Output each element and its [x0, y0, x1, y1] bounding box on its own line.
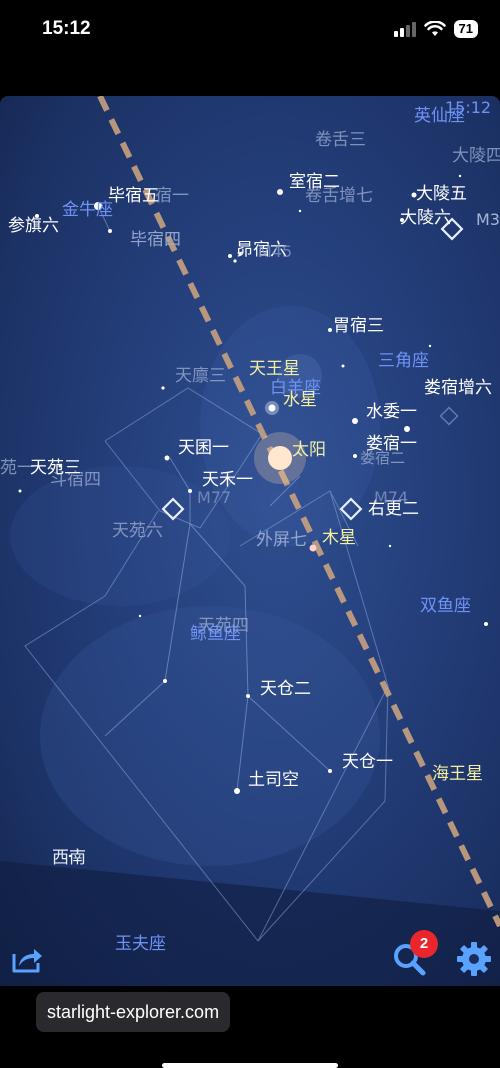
dso-label[interactable]: M45: [258, 242, 292, 262]
status-time: 15:12: [42, 18, 91, 39]
share-icon[interactable]: [10, 944, 44, 974]
gear-icon[interactable]: [456, 941, 492, 977]
star-label-dim[interactable]: 天廪三: [175, 366, 226, 386]
wifi-icon: [423, 21, 446, 36]
star-label[interactable]: 毕宿四: [130, 230, 181, 250]
constellation-label-triangulum[interactable]: 三角座: [378, 351, 429, 371]
dso-label[interactable]: M77: [197, 488, 231, 508]
star-label[interactable]: 外屏七: [256, 530, 307, 550]
star-label[interactable]: 天仓一: [342, 752, 393, 772]
star-label-dim[interactable]: 苑一: [0, 458, 34, 478]
constellation-label-sculptor[interactable]: 玉夫座: [115, 934, 166, 954]
battery-icon: 71: [453, 20, 478, 38]
planet-label-jupiter[interactable]: 木星: [322, 528, 356, 548]
star-label[interactable]: 娄宿一: [366, 434, 417, 454]
home-indicator[interactable]: [162, 1063, 338, 1068]
constellation-label-pisces[interactable]: 双鱼座: [420, 596, 471, 616]
planet-label-mercury[interactable]: 水星: [283, 390, 317, 410]
star-label[interactable]: 土司空: [248, 770, 299, 790]
planet-label-neptune[interactable]: 海王星: [432, 764, 483, 784]
dso-label[interactable]: M3: [476, 210, 500, 230]
star-label[interactable]: 大陵五: [416, 184, 467, 204]
sky-map[interactable]: 15:12 金牛座 英仙座 三角座 白羊座 双鱼座 鲸鱼座 玉夫座 宿一 卷舌三…: [0, 96, 500, 986]
constellation-label-perseus[interactable]: 英仙座: [414, 106, 465, 126]
star-label[interactable]: 毕宿五: [108, 186, 159, 206]
star-label-dim[interactable]: 天苑六: [112, 521, 163, 541]
star-label-dim[interactable]: 宿一: [155, 186, 189, 206]
search-badge: 2: [410, 930, 438, 958]
star-label[interactable]: 娄宿增六: [424, 378, 492, 398]
star-label-dim[interactable]: 天苑四: [198, 616, 249, 636]
dso-label[interactable]: M74: [374, 488, 408, 508]
status-bar: 15:12 71: [0, 0, 500, 62]
star-label[interactable]: 天禾一: [202, 470, 253, 490]
direction-label: 西南: [52, 848, 86, 868]
star-label[interactable]: 天仓二: [260, 679, 311, 699]
star-label[interactable]: 天苑三: [30, 458, 81, 478]
star-label[interactable]: 胃宿三: [333, 316, 384, 336]
star-label[interactable]: 天囷一: [178, 438, 229, 458]
planet-label-uranus[interactable]: 天王星: [249, 359, 300, 379]
star-label-dim[interactable]: 大陵四: [452, 146, 500, 166]
star-label-dim[interactable]: 卷舌三: [315, 130, 366, 150]
constellation-label-taurus[interactable]: 金牛座: [62, 200, 113, 220]
status-icons: 71: [393, 20, 478, 38]
star-label[interactable]: 参旗六: [8, 216, 59, 236]
star-label[interactable]: 水委一: [366, 402, 417, 422]
star-label[interactable]: 室宿二: [289, 172, 340, 192]
star-label[interactable]: 大陵六: [400, 208, 451, 228]
planet-label-sun[interactable]: 太阳: [292, 440, 326, 460]
url-pill[interactable]: starlight-explorer.com: [36, 992, 231, 1032]
signal-icon: [393, 22, 416, 37]
